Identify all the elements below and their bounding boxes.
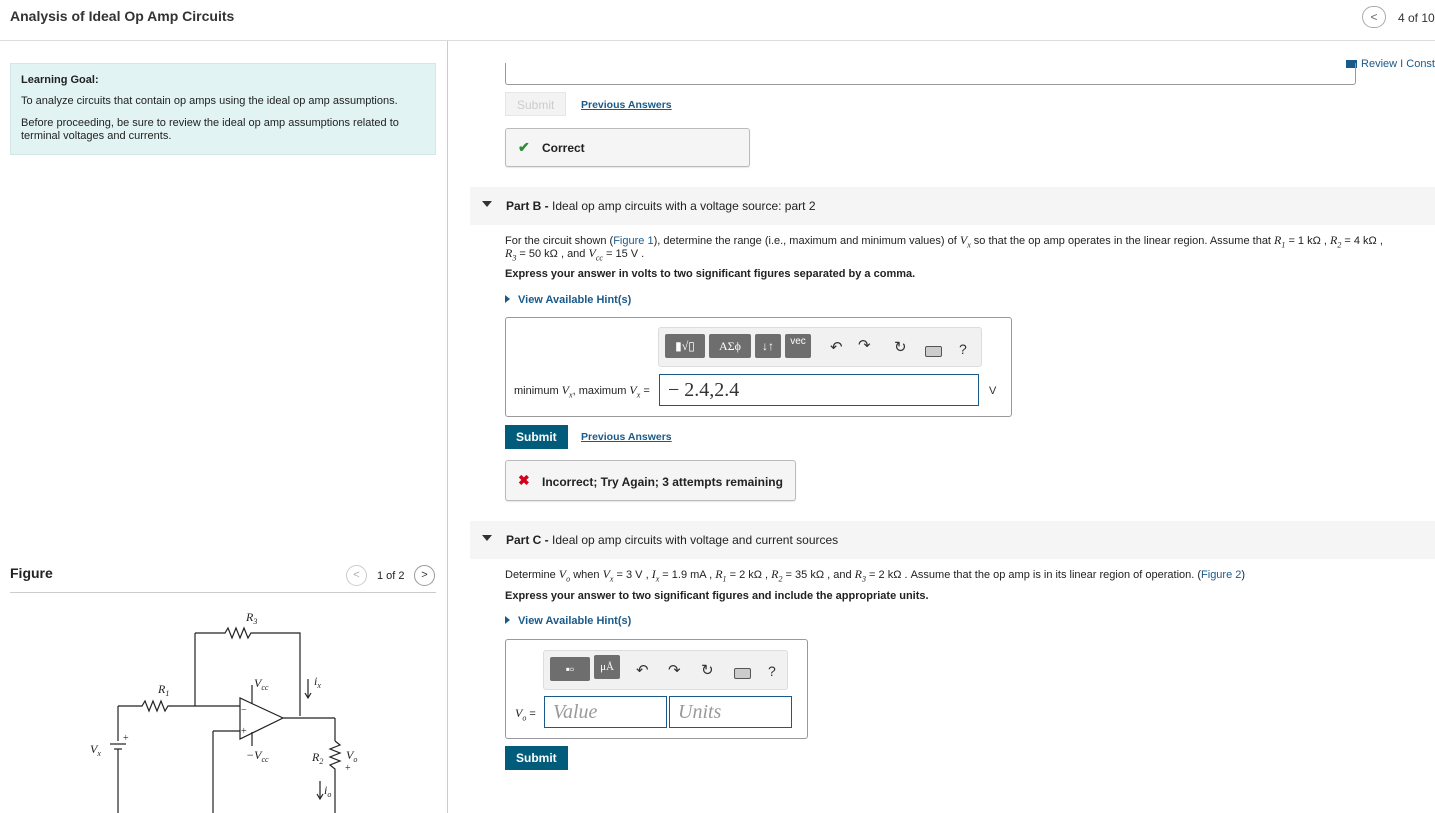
chevron-left-icon: <: [353, 569, 360, 581]
redo-icon[interactable]: ↷: [668, 661, 681, 681]
learning-goal-box: Learning Goal: To analyze circuits that …: [10, 63, 436, 155]
resistor-r2: [328, 740, 342, 813]
templates-button[interactable]: ▮√▯: [665, 334, 705, 358]
subscript-button[interactable]: ↓↑: [755, 334, 781, 358]
label-vo: Vo: [346, 748, 357, 764]
redo-icon[interactable]: ↷: [858, 336, 871, 356]
chevron-right-icon: >: [421, 569, 428, 581]
undo-icon[interactable]: ↶: [830, 338, 843, 358]
caret-down-icon: [482, 535, 492, 541]
part-b-answer-box: ▮√▯ ΑΣϕ ↓↑ vec ↶ ↷ ↻ ? minimum Vx, maxim…: [505, 317, 1012, 417]
label-plus-vo: +: [345, 763, 351, 774]
label-vcc: Vcc: [254, 676, 269, 692]
part-c-math-toolbar: ▪▫ μÅ ↶ ↷ ↻ ?: [543, 650, 788, 690]
item-counter: 4 of 10: [1398, 11, 1435, 25]
part-b-prompt-line2: R3 = 50 kΩ , and Vcc = 15 V .: [505, 246, 645, 263]
figure-counter: 1 of 2: [377, 570, 405, 582]
checkmark-icon: ✔: [518, 139, 530, 155]
figure-2-link[interactable]: Figure 2: [1201, 569, 1241, 581]
help-button[interactable]: ?: [768, 661, 776, 681]
label-r2: R2: [311, 750, 323, 766]
learning-goal-text: To analyze circuits that contain op amps…: [21, 95, 398, 107]
part-c-units-input[interactable]: Units: [669, 696, 792, 728]
reset-icon[interactable]: ↻: [701, 661, 714, 681]
part-c-answer-box: ▪▫ μÅ ↶ ↷ ↻ ? Vo = Value Units: [505, 639, 808, 739]
label-ix: ix: [314, 674, 321, 690]
part-b-answer-label: minimum Vx, maximum Vx =: [514, 383, 650, 400]
assignment-title: Analysis of Ideal Op Amp Circuits: [10, 8, 235, 24]
part-c-prompt: Determine Vo when Vx = 3 V , Ix = 1.9 mA…: [505, 567, 1246, 584]
part-a-answer-box-edge: [505, 63, 1356, 85]
label-io: io: [324, 783, 331, 799]
part-b-header[interactable]: Part B - Ideal op amp circuits with a vo…: [470, 187, 1435, 225]
figure-1-link[interactable]: Figure 1: [613, 235, 653, 247]
part-c-instruction: Express your answer to two significant f…: [505, 590, 929, 602]
undo-icon[interactable]: ↶: [636, 661, 649, 681]
learning-goal-title: Learning Goal:: [21, 74, 99, 86]
part-c-submit-button[interactable]: Submit: [505, 746, 568, 770]
previous-item-button[interactable]: <: [1362, 6, 1386, 28]
part-a-previous-answers-link[interactable]: Previous Answers: [581, 99, 672, 111]
part-c-header[interactable]: Part C - Ideal op amp circuits with volt…: [470, 521, 1435, 559]
greek-symbols-button[interactable]: ΑΣϕ: [709, 334, 751, 358]
top-bar: Analysis of Ideal Op Amp Circuits < 4 of…: [0, 0, 1435, 41]
caret-down-icon: [482, 201, 492, 207]
vector-button[interactable]: vec: [785, 334, 811, 358]
units-button[interactable]: μÅ: [594, 655, 620, 679]
part-b-math-toolbar: ▮√▯ ΑΣϕ ↓↑ vec ↶ ↷ ↻ ?: [658, 327, 982, 367]
help-button[interactable]: ?: [959, 339, 967, 359]
part-a-submit-button[interactable]: Submit: [505, 92, 567, 116]
part-b-submit-button[interactable]: Submit: [505, 425, 568, 449]
keyboard-icon[interactable]: [734, 668, 751, 679]
right-pane: Review I Const Submit Previous Answers ✔…: [449, 41, 1435, 813]
left-pane: Learning Goal: To analyze circuits that …: [0, 41, 448, 813]
reset-icon[interactable]: ↻: [894, 338, 907, 358]
templates-icon: ▪▫: [565, 662, 575, 676]
learning-goal-note: Before proceeding, be sure to review the…: [21, 117, 399, 142]
label-plus-vx: +: [123, 733, 129, 744]
label-opamp-minus: −: [241, 705, 247, 716]
templates-button[interactable]: ▪▫: [550, 657, 590, 681]
figure-next-button[interactable]: >: [414, 565, 435, 586]
label-r3: R3: [245, 610, 257, 626]
part-b-feedback: ✖ Incorrect; Try Again; 3 attempts remai…: [505, 460, 796, 501]
part-c-hint-link[interactable]: View Available Hint(s): [505, 615, 631, 627]
part-a-feedback: ✔ Correct: [505, 128, 750, 167]
part-b-hint-link[interactable]: View Available Hint(s): [505, 294, 631, 306]
figure-divider: [10, 592, 436, 593]
part-b-unit-label: V: [989, 385, 997, 397]
resistor-r3: [195, 626, 301, 716]
part-b-previous-answers-link[interactable]: Previous Answers: [581, 431, 672, 443]
figure-prev-button[interactable]: <: [346, 565, 367, 586]
review-constants-link[interactable]: Review I Const: [1346, 58, 1435, 70]
figure-title: Figure: [10, 565, 53, 581]
caret-right-icon: [505, 295, 510, 303]
label-opamp-plus: +: [241, 726, 247, 737]
part-b-instruction: Express your answer in volts to two sign…: [505, 268, 916, 280]
label-r1: R1: [157, 682, 169, 698]
chevron-left-icon: <: [1370, 10, 1378, 24]
label-vx: Vx: [90, 742, 101, 758]
part-c-answer-label: Vo =: [515, 706, 536, 723]
part-b-answer-input[interactable]: − 2.4,2.4: [659, 374, 979, 406]
cross-icon: ✖: [518, 472, 530, 488]
part-c-value-input[interactable]: Value: [544, 696, 667, 728]
caret-right-icon: [505, 616, 510, 624]
label-neg-vcc: −Vcc: [246, 748, 269, 764]
resistor-r1: [118, 699, 240, 713]
circuit-diagram: R3 R1 Vcc −Vcc Vx Vo R2 ix io + + − − +: [90, 610, 357, 813]
keyboard-icon[interactable]: [925, 346, 942, 357]
